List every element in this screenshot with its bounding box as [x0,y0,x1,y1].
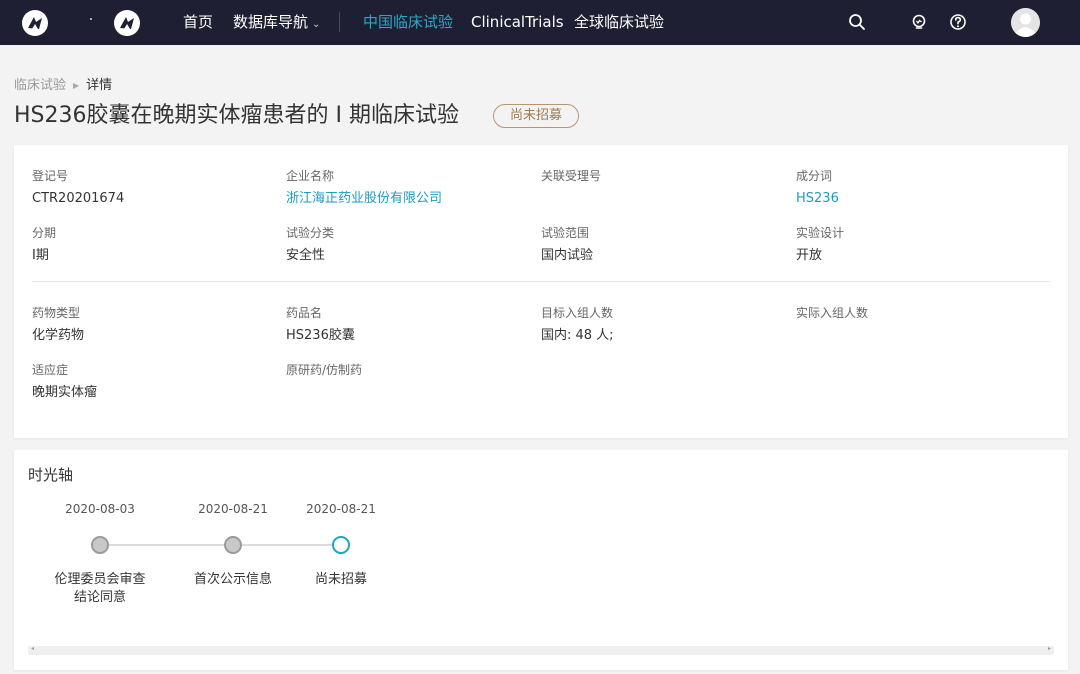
field-label: 实际入组人数 [796,306,869,320]
field-trial-scope: 试验范围 国内试验 [541,225,781,265]
field-label: 实验设计 [796,226,845,240]
lightbulb-icon[interactable] [909,12,929,32]
timeline-label: 尚未招募 [314,572,367,587]
timeline-title: 时光轴 [28,466,74,484]
status-badge: 尚未招募 [493,104,579,128]
timeline-event: 2020-08-21 尚未招募 [261,501,421,589]
nav-item-database-navigation[interactable]: 数据库导航 ⌄ [233,12,320,35]
field-label: 企业名称 [286,169,335,183]
field-related-acceptance-no: 关联受理号 [541,168,781,190]
field-value: 晚期实体瘤 [32,385,98,400]
help-icon[interactable] [948,12,968,32]
field-phase: 分期 I期 [32,225,272,265]
section-divider [32,281,1050,282]
logo-separator-dot [90,18,92,20]
field-trial-category: 试验分类 安全性 [286,225,526,265]
top-nav-bar: 首页 数据库导航 ⌄ 中国临床试验 ClinicalTrials 全球临床试验 [0,0,1080,45]
nav-item-china-clinical-trials[interactable]: 中国临床试验 [363,12,453,32]
field-actual-enrollment: 实际入组人数 [796,305,1036,327]
field-original-generic: 原研药/仿制药 [286,362,526,384]
timeline-date: 2020-08-21 [306,502,376,516]
field-label: 药物类型 [32,306,81,320]
field-label: 关联受理号 [541,169,602,183]
nav-divider [339,12,340,32]
field-label: 试验分类 [286,226,335,240]
field-value: 国内: 48 人; [541,328,614,343]
horizontal-scrollbar[interactable]: ◂ ▸ [28,645,1054,655]
nav-item-clinicaltrials[interactable]: ClinicalTrials [471,12,564,32]
field-drug-name: 药品名 HS236胶囊 [286,305,526,345]
search-icon[interactable] [847,12,867,32]
breadcrumb-link-clinical-trials[interactable]: 临床试验 [14,78,66,93]
timeline-dot-current [332,536,350,554]
ingredient-link[interactable]: HS236 [796,190,1036,208]
timeline-dot [224,536,242,554]
scroll-right-arrow-icon[interactable]: ▸ [1048,645,1051,652]
breadcrumb: 临床试验 ▶ 详情 [14,78,112,95]
field-company: 企业名称 浙江海正药业股份有限公司 [286,168,526,208]
scroll-left-arrow-icon[interactable]: ◂ [31,645,34,652]
field-label: 原研药/仿制药 [286,363,363,377]
logo-icon[interactable] [21,9,49,37]
field-indication: 适应症 晚期实体瘤 [32,362,272,402]
field-design: 实验设计 开放 [796,225,1036,265]
field-ingredient: 成分词 HS236 [796,168,1036,208]
field-value: 化学药物 [32,328,85,343]
field-label: 成分词 [796,169,833,183]
field-value: 安全性 [286,248,326,263]
field-label: 分期 [32,226,57,240]
field-label: 适应症 [32,363,69,377]
field-label: 药品名 [286,306,323,320]
nav-item-home[interactable]: 首页 [183,12,213,32]
field-label: 试验范围 [541,226,590,240]
nav-item-label: 数据库导航 [233,13,309,31]
nav-item-global-clinical-trials[interactable]: 全球临床试验 [574,12,664,32]
field-value: I期 [32,248,49,263]
chevron-down-icon: ⌄ [312,19,321,30]
field-drug-type: 药物类型 化学药物 [32,305,272,345]
breadcrumb-separator-icon: ▶ [73,81,80,90]
field-label: 登记号 [32,169,69,183]
field-label: 目标入组人数 [541,306,614,320]
field-value: 开放 [796,248,823,263]
field-registration-no: 登记号 CTR20201674 [32,168,272,208]
field-target-enrollment: 目标入组人数 国内: 48 人; [541,305,781,345]
page-title: HS236胶囊在晚期实体瘤患者的 I 期临床试验 [14,103,459,128]
breadcrumb-current: 详情 [86,78,113,93]
field-value: CTR20201674 [32,191,125,206]
logo-icon[interactable] [113,9,141,37]
field-value: 国内试验 [541,248,594,263]
timeline-dot [91,536,109,554]
company-link[interactable]: 浙江海正药业股份有限公司 [286,190,526,208]
timeline-card: 时光轴 2020-08-03 伦理委员会审查 结论同意 2020-08-21 首… [14,450,1068,670]
trial-info-card: 登记号 CTR20201674 企业名称 浙江海正药业股份有限公司 关联受理号 … [14,145,1068,438]
field-value: HS236胶囊 [286,328,355,343]
user-avatar-icon[interactable] [1011,8,1040,37]
